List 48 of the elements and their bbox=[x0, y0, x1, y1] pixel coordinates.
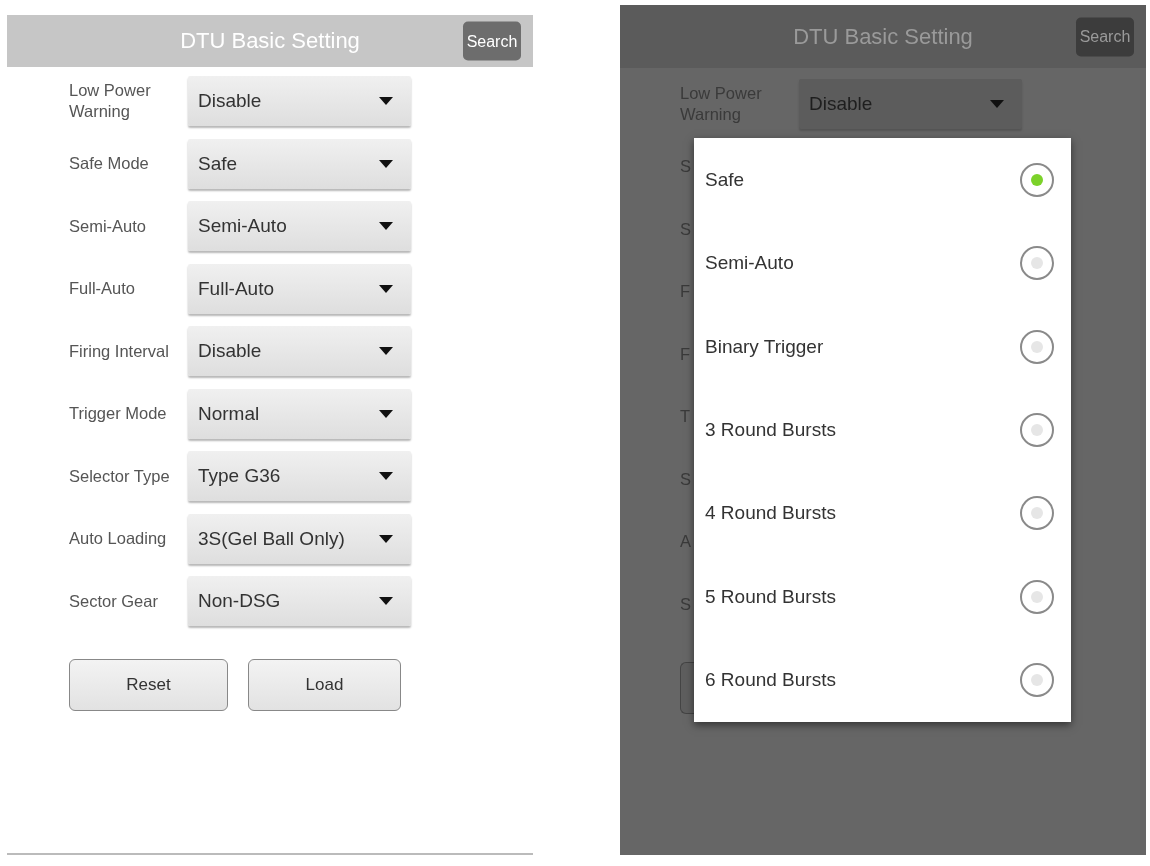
caret-icon bbox=[379, 409, 393, 418]
caret-icon bbox=[379, 284, 393, 293]
radio-button[interactable] bbox=[1020, 329, 1054, 364]
setting-label: Selector Type bbox=[69, 466, 170, 485]
option-item[interactable]: 3 Round Bursts bbox=[694, 388, 1071, 472]
option-item[interactable]: 4 Round Bursts bbox=[694, 471, 1071, 556]
setting-label: Auto Loading bbox=[69, 529, 167, 548]
caret-icon bbox=[379, 97, 393, 106]
search-button[interactable]: Search bbox=[1076, 17, 1134, 56]
radio-button[interactable] bbox=[1020, 496, 1054, 531]
caret-icon bbox=[379, 222, 393, 231]
dropdown[interactable]: Type G36 bbox=[188, 451, 411, 502]
option-item[interactable]: Semi-Auto bbox=[694, 221, 1071, 305]
dropdown[interactable]: Non-DSG bbox=[188, 576, 411, 627]
dropdown[interactable]: Full-Auto bbox=[188, 263, 411, 314]
option-item[interactable]: Binary Trigger bbox=[694, 304, 1071, 389]
radio-button[interactable] bbox=[1020, 412, 1054, 447]
dropdown[interactable]: Normal bbox=[188, 388, 411, 439]
caret-icon bbox=[379, 472, 393, 481]
caret-icon bbox=[379, 347, 393, 356]
caret-icon bbox=[990, 100, 1004, 109]
radio-button[interactable] bbox=[1020, 162, 1054, 197]
radio-button[interactable] bbox=[1020, 579, 1054, 614]
dropdown[interactable]: Semi-Auto bbox=[188, 201, 411, 252]
radio-button[interactable] bbox=[1020, 663, 1054, 698]
caret-icon bbox=[379, 159, 393, 168]
search-button[interactable]: Search bbox=[463, 21, 521, 61]
screen-title: DTU Basic Setting bbox=[793, 23, 973, 50]
setting-label: Low Power Warning bbox=[69, 81, 151, 121]
option-item[interactable]: Safe bbox=[694, 138, 1071, 222]
action-button[interactable]: Reset bbox=[69, 658, 228, 711]
setting-label: Safe Mode bbox=[69, 154, 149, 173]
action-button[interactable]: Load bbox=[248, 658, 401, 711]
setting-label: Trigger Mode bbox=[69, 404, 167, 423]
dropdown[interactable]: Disable bbox=[188, 326, 411, 377]
option-item[interactable]: 6 Round Bursts bbox=[694, 638, 1071, 722]
dropdown[interactable]: Safe bbox=[188, 138, 411, 189]
screen-title: DTU Basic Setting bbox=[180, 28, 360, 54]
dropdown[interactable]: 3S(Gel Ball Only) bbox=[188, 513, 411, 564]
caret-icon bbox=[379, 534, 393, 543]
setting-label: Semi-Auto bbox=[69, 216, 147, 235]
setting-label: Full-Auto bbox=[69, 279, 136, 298]
option-item[interactable]: 5 Round Bursts bbox=[694, 555, 1071, 639]
dropdown[interactable]: Disable bbox=[188, 76, 411, 127]
setting-label: Firing Interval bbox=[69, 341, 169, 360]
setting-label: Sector Gear bbox=[69, 591, 158, 610]
caret-icon bbox=[379, 597, 393, 606]
radio-button[interactable] bbox=[1020, 246, 1054, 281]
